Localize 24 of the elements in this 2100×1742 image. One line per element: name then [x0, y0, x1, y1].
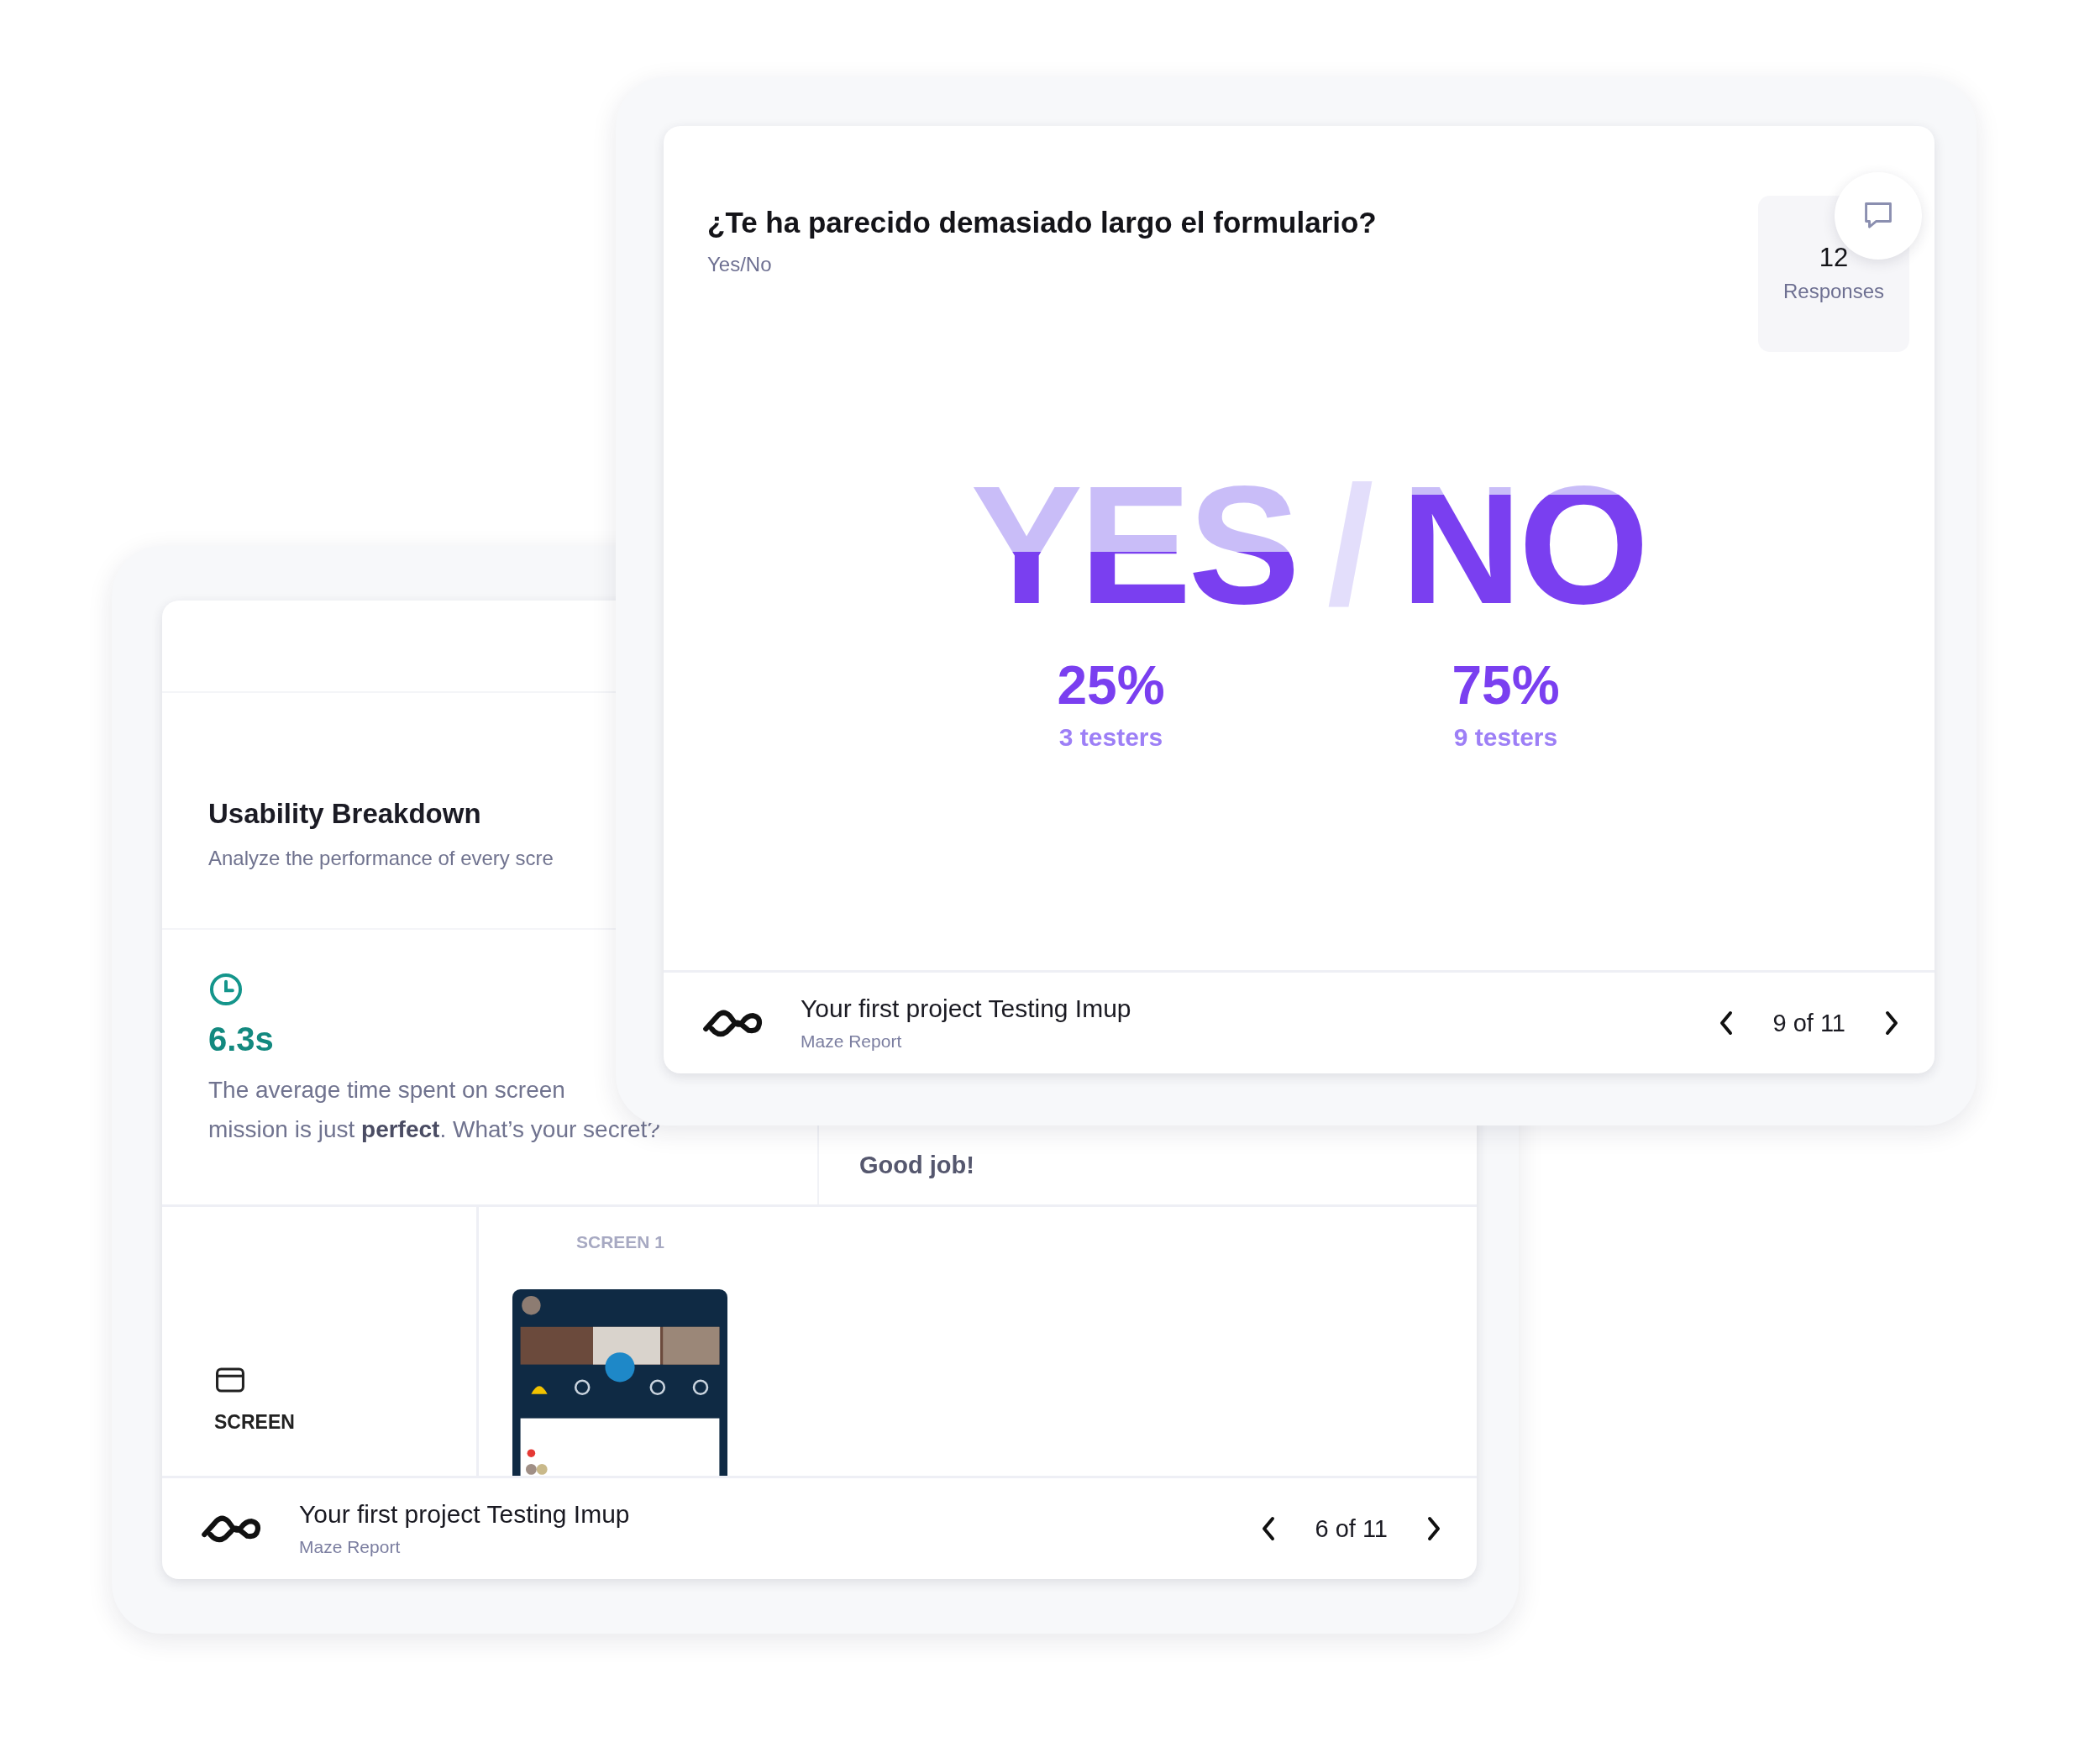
metric-description: mission is just perfect. What’s your secret?	[208, 1115, 660, 1144]
question-type: Yes/No	[707, 253, 773, 276]
percentage: 75%	[1451, 654, 1561, 716]
row-label: SCREEN	[214, 1411, 296, 1434]
column-header: SCREEN 1	[575, 1232, 666, 1252]
metric-description: The average time spent on screen	[208, 1076, 565, 1104]
testers-count: 9 testers	[1452, 723, 1559, 752]
feedback-text: Good job!	[859, 1152, 974, 1179]
responses-count: 12	[1818, 243, 1850, 273]
responses-label: Responses	[1782, 280, 1886, 303]
report-label: Maze Report	[801, 1031, 903, 1052]
page-indicator: 6 of 11	[1315, 1514, 1388, 1543]
project-title: Your first project Testing Imup	[801, 994, 1132, 1023]
metric-value: 6.3s	[208, 1021, 274, 1058]
section-subtitle: Analyze the performance of every scre	[208, 847, 554, 870]
report-label: Maze Report	[299, 1537, 402, 1557]
project-title: Your first project Testing Imup	[299, 1500, 631, 1529]
page-indicator: 9 of 11	[1772, 1009, 1845, 1037]
section-title: Usability Breakdown	[208, 798, 481, 830]
testers-count: 3 testers	[1058, 723, 1164, 752]
separator-slash: /	[1326, 461, 1373, 629]
question-title: ¿Te ha parecido demasiado largo el formulario?	[707, 206, 1378, 239]
clock-icon	[208, 972, 244, 1007]
percentage: 25%	[1056, 654, 1166, 716]
